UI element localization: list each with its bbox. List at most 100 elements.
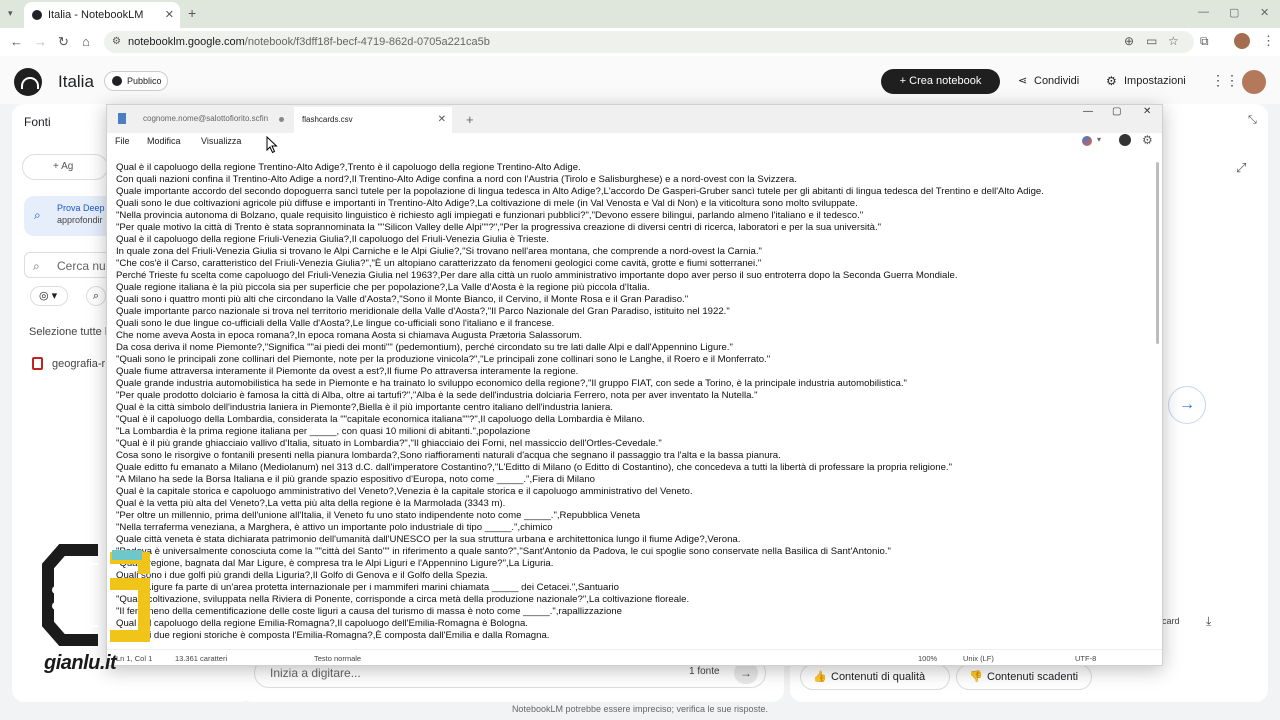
add-source-button[interactable]: + Ag bbox=[22, 154, 108, 180]
tab-close-icon[interactable]: ✕ bbox=[165, 2, 174, 28]
search-mode-icon[interactable]: ⌕ bbox=[86, 286, 106, 306]
notepad-close-button[interactable]: ✕ bbox=[1143, 106, 1151, 117]
chevron-down-icon[interactable]: ▾ bbox=[1097, 135, 1101, 144]
account-avatar[interactable] bbox=[1242, 70, 1266, 94]
address-bar[interactable]: ⚙ notebooklm.google.com/notebook/f3dff18… bbox=[104, 31, 1194, 53]
account-icon[interactable] bbox=[1119, 134, 1131, 146]
good-content-label: Contenuti di qualità bbox=[831, 671, 926, 683]
back-button[interactable]: ← bbox=[10, 34, 23, 49]
window-restore-button[interactable]: ▢ bbox=[1229, 6, 1239, 19]
text-line: "Per oltre un millennio, prima dell'unio… bbox=[116, 510, 641, 521]
notepad-maximize-button[interactable]: ▢ bbox=[1112, 106, 1121, 117]
settings-button[interactable]: ⚙ Impostazioni bbox=[1104, 69, 1186, 94]
text-line: "Qual è il più grande ghiacciaio vallivo… bbox=[116, 438, 662, 449]
bookmark-star-icon[interactable]: ☆ bbox=[1168, 34, 1179, 48]
notepad-status-bar bbox=[107, 649, 1162, 665]
unsaved-dot-icon bbox=[279, 117, 284, 122]
url-path: /notebook/f3dff18f-becf-4719-862d-0705a2… bbox=[244, 36, 490, 48]
download-icon[interactable]: ⤓ bbox=[1206, 614, 1211, 629]
bad-content-label: Contenuti scadenti bbox=[987, 671, 1079, 683]
text-line: "Quali sono le principali zone collinari… bbox=[116, 354, 771, 365]
text-line: "Per quale prodotto dolciario è famosa l… bbox=[116, 390, 758, 401]
notepad-text-area[interactable]: Qual è il capoluogo della regione Trenti… bbox=[116, 162, 1152, 646]
source-search-input[interactable]: ⌕ Cerca nu bbox=[24, 252, 114, 278]
good-content-button[interactable]: 👍 Contenuti di qualità bbox=[800, 664, 950, 690]
reload-button[interactable]: ↻ bbox=[58, 34, 69, 50]
text-line: "Qual è il capoluogo della Lombardia, co… bbox=[116, 414, 645, 425]
share-button[interactable]: ⋖ Condividi bbox=[1016, 69, 1079, 94]
web-source-dropdown[interactable]: ◎ ▾ bbox=[30, 286, 68, 306]
copilot-icon[interactable] bbox=[1082, 136, 1092, 146]
notebook-header bbox=[0, 56, 1280, 104]
forward-button[interactable]: → bbox=[34, 34, 47, 49]
window-minimize-button[interactable]: — bbox=[1198, 6, 1209, 18]
text-line: Da quali due regioni storiche è composta… bbox=[116, 630, 550, 641]
notebooklm-logo-icon[interactable] bbox=[14, 68, 42, 96]
collapse-panel-icon[interactable]: ⤡ bbox=[1248, 114, 1257, 127]
notepad-new-tab-button[interactable]: + bbox=[466, 112, 474, 127]
select-all-label[interactable]: Selezione tutte l bbox=[29, 326, 107, 338]
sources-title: Fonti bbox=[24, 115, 51, 129]
browser-profile-avatar[interactable] bbox=[1234, 33, 1250, 49]
text-line: Con quali nazioni confina il Trentino-Al… bbox=[116, 174, 797, 185]
text-line: Cosa sono le risorgive o fontanili prese… bbox=[116, 450, 781, 461]
text-line: Qual è la vetta più alta del Veneto?,La … bbox=[116, 498, 506, 509]
tab-list-chevron-icon[interactable]: ▾ bbox=[8, 8, 13, 19]
vertical-scrollbar[interactable] bbox=[1156, 162, 1159, 344]
window-close-button[interactable]: ✕ bbox=[1260, 6, 1269, 19]
menu-view[interactable]: Visualizza bbox=[201, 136, 241, 146]
text-line: Qual è il capoluogo della regione Friuli… bbox=[116, 234, 550, 245]
notepad-tab-flashcards[interactable]: flashcards.csv ✕ bbox=[294, 107, 452, 133]
share-label: Condividi bbox=[1034, 75, 1080, 87]
next-arrow-button[interactable]: → bbox=[1168, 386, 1206, 424]
extensions-icon[interactable]: ⧉ bbox=[1200, 34, 1209, 49]
browser-tab-title: Italia - NotebookLM bbox=[48, 9, 144, 21]
text-line: Quale importante accordo del secondo dop… bbox=[116, 186, 1044, 197]
create-notebook-button[interactable]: + Crea notebook bbox=[881, 69, 1000, 94]
watermark-text: gianlu.it bbox=[44, 652, 117, 674]
text-line: "Padova è universalmente conosciuta come… bbox=[116, 546, 891, 557]
notebook-title[interactable]: Italia bbox=[58, 72, 94, 92]
studio-card-label: card bbox=[1162, 616, 1180, 626]
text-line: Quale importante parco nazionale si trov… bbox=[116, 306, 730, 317]
menu-edit[interactable]: Modifica bbox=[147, 136, 181, 146]
text-line: In quale zona del Friuli-Venezia Giulia … bbox=[116, 246, 762, 257]
text-line: Qual è il capoluogo della regione Trenti… bbox=[116, 162, 581, 173]
browser-menu-icon[interactable]: ⋮ bbox=[1262, 33, 1275, 49]
zoom-icon[interactable]: ⊕ bbox=[1124, 34, 1134, 48]
bad-content-button[interactable]: 👎 Contenuti scadenti bbox=[956, 664, 1092, 690]
text-line: Che nome aveva Aosta in epoca romana?,In… bbox=[116, 330, 583, 341]
gear-icon: ⚙ bbox=[1106, 74, 1117, 88]
close-tab-icon[interactable]: ✕ bbox=[438, 107, 446, 133]
home-button[interactable]: ⌂ bbox=[82, 34, 90, 49]
text-line: "Quale regione, bagnata dal Mar Ligure, … bbox=[116, 558, 554, 569]
menu-file[interactable]: File bbox=[115, 136, 130, 146]
notebooklm-favicon-icon bbox=[32, 10, 42, 20]
new-tab-button[interactable]: + bbox=[188, 5, 196, 21]
source-item[interactable]: geografia-r bbox=[52, 358, 105, 370]
notepad-settings-icon[interactable]: ⚙ bbox=[1142, 133, 1153, 147]
cast-icon[interactable]: ▭ bbox=[1146, 34, 1157, 48]
notepad-icon bbox=[118, 113, 126, 124]
notepad-tab2-label: flashcards.csv bbox=[302, 115, 353, 124]
char-count: 13.361 caratteri bbox=[175, 654, 228, 663]
text-line: "Nella provincia autonoma di Bolzano, qu… bbox=[116, 210, 864, 221]
text-line: Perché Trieste fu scelta come capoluogo … bbox=[116, 270, 958, 281]
notepad-tab1-label: cognome.nome@salottofiorito.scfin bbox=[143, 114, 269, 123]
thumbs-up-icon: 👍 bbox=[813, 671, 827, 683]
text-line: Quali sono i due golfi più grandi della … bbox=[116, 570, 488, 581]
expand-panel-icon[interactable]: ⤢ bbox=[1236, 160, 1246, 176]
site-info-icon[interactable]: ⚙ bbox=[112, 31, 121, 53]
source-count: 1 fonte bbox=[689, 666, 720, 677]
text-format: Testo normale bbox=[314, 654, 362, 663]
line-ending: Unix (LF) bbox=[963, 654, 994, 663]
disclaimer-text: NotebookLM potrebbe essere impreciso; ve… bbox=[511, 704, 769, 714]
pdf-file-icon bbox=[32, 357, 43, 370]
notepad-tab-email[interactable]: cognome.nome@salottofiorito.scfin bbox=[116, 106, 294, 132]
visibility-label: Pubblico bbox=[127, 76, 162, 86]
notepad-minimize-button[interactable]: — bbox=[1083, 106, 1093, 117]
visibility-button[interactable]: Pubblico bbox=[104, 71, 168, 91]
browser-tab-active[interactable]: Italia - NotebookLM ✕ bbox=[24, 2, 180, 28]
deep-research-subtitle: approfondir bbox=[57, 215, 103, 225]
text-line: "Nella terraferma veneziana, a Marghera,… bbox=[116, 522, 553, 533]
